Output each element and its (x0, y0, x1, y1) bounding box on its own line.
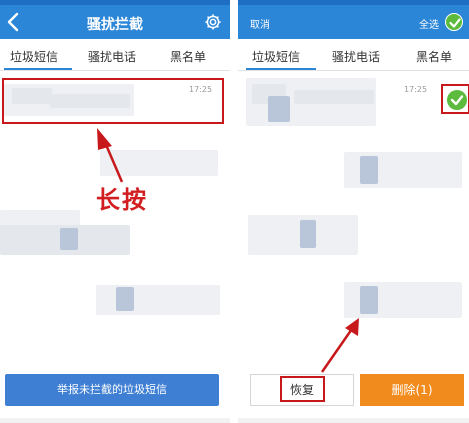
title-bar: 骚扰拦截 (0, 5, 230, 39)
message-time: 17:25 (404, 85, 428, 94)
select-all-check-icon[interactable] (445, 13, 463, 31)
tab-harassing-calls[interactable]: 骚扰电话 (88, 48, 136, 65)
select-all-button[interactable]: 全选 (419, 16, 439, 31)
highlight-box (2, 78, 224, 124)
gear-icon[interactable] (204, 13, 222, 31)
screen-divider (230, 0, 238, 423)
right-screen: 取消 全选 垃圾短信 骚扰电话 黑名单 17:25 恢复 删除(1) (238, 0, 469, 423)
blurred-message (360, 286, 378, 314)
tab-spam-sms[interactable]: 垃圾短信 (252, 48, 300, 65)
title-bar: 取消 全选 (238, 5, 469, 39)
highlight-box (280, 376, 325, 402)
bottom-bar (0, 418, 230, 423)
cancel-button[interactable]: 取消 (250, 16, 270, 31)
active-tab-indicator (4, 68, 72, 70)
left-screen: 骚扰拦截 垃圾短信 骚扰电话 黑名单 17:25 长按 举报未拦截的垃圾短信 (0, 0, 230, 423)
blurred-message (360, 156, 378, 184)
delete-button[interactable]: 删除(1) (360, 374, 464, 406)
blurred-message (116, 287, 134, 311)
tab-blacklist[interactable]: 黑名单 (170, 48, 206, 65)
tab-harassing-calls[interactable]: 骚扰电话 (332, 48, 380, 65)
tab-bar: 垃圾短信 骚扰电话 黑名单 (238, 39, 469, 71)
tab-spam-sms[interactable]: 垃圾短信 (10, 48, 58, 65)
blurred-message (300, 220, 316, 248)
highlight-box (441, 84, 469, 114)
tab-bar: 垃圾短信 骚扰电话 黑名单 (0, 39, 230, 71)
annotation-long-press: 长按 (96, 186, 148, 214)
page-title: 骚扰拦截 (87, 17, 143, 33)
tab-blacklist[interactable]: 黑名单 (416, 48, 452, 65)
active-tab-indicator (246, 68, 316, 70)
blurred-message (96, 285, 220, 315)
blurred-message (100, 150, 218, 176)
bottom-bar (238, 418, 469, 423)
report-unblocked-spam-button[interactable]: 举报未拦截的垃圾短信 (5, 374, 219, 406)
blurred-message (60, 228, 78, 250)
